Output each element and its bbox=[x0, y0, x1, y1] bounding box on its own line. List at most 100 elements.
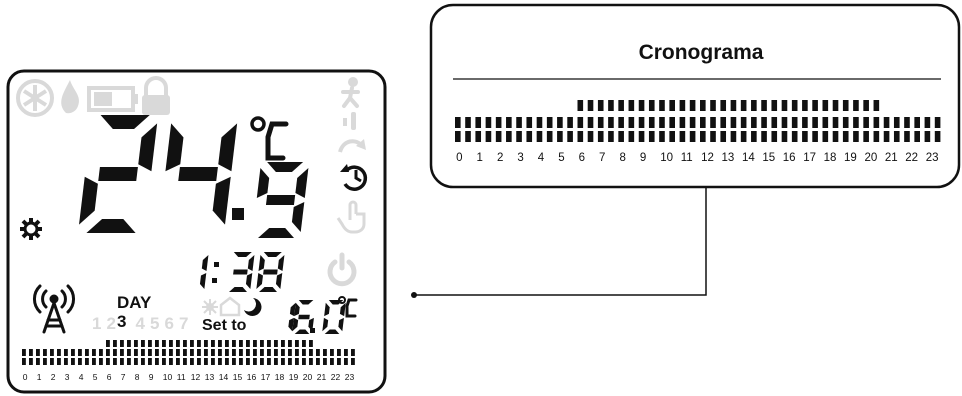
schedule-bar bbox=[197, 358, 201, 365]
schedule-bar bbox=[526, 131, 533, 142]
schedule-bar bbox=[281, 340, 285, 347]
hour-label: 8 bbox=[619, 152, 625, 164]
schedule-bar bbox=[99, 358, 103, 365]
schedule-bar bbox=[648, 131, 655, 142]
schedule-bar bbox=[628, 131, 635, 142]
schedule-bar bbox=[218, 349, 222, 356]
schedule-bar bbox=[99, 349, 103, 356]
schedule-bar bbox=[113, 340, 117, 347]
schedule-bar bbox=[302, 349, 306, 356]
schedule-bar bbox=[155, 358, 159, 365]
schedule-bar bbox=[730, 117, 737, 128]
schedule-bar bbox=[253, 349, 257, 356]
schedule-bar bbox=[281, 349, 285, 356]
schedule-bar bbox=[281, 358, 285, 365]
schedule-bar bbox=[740, 131, 747, 142]
schedule-bar bbox=[141, 358, 145, 365]
clock-colon-bottom bbox=[212, 278, 217, 283]
hour-label: 5 bbox=[558, 152, 564, 164]
schedule-bar bbox=[710, 117, 716, 128]
hour-label: 17 bbox=[261, 372, 271, 382]
clock-colon-top bbox=[214, 262, 219, 267]
schedule-bar bbox=[924, 131, 931, 142]
schedule-bar bbox=[134, 358, 138, 365]
schedule-bar bbox=[155, 349, 159, 356]
schedule-bar bbox=[323, 358, 327, 365]
hour-label: 7 bbox=[121, 372, 126, 382]
schedule-bar bbox=[190, 340, 194, 347]
schedule-bar bbox=[700, 117, 706, 128]
schedule-bar bbox=[597, 100, 604, 111]
schedule-bar bbox=[751, 117, 757, 128]
schedule-bar bbox=[700, 100, 706, 111]
schedule-bar bbox=[832, 131, 839, 142]
schedule-bar bbox=[802, 131, 808, 142]
schedule-bar bbox=[557, 117, 563, 128]
schedule-bar bbox=[323, 349, 327, 356]
schedule-bar bbox=[239, 349, 243, 356]
schedule-bar bbox=[183, 349, 187, 356]
hour-label: 16 bbox=[247, 372, 257, 382]
schedule-bar bbox=[43, 358, 47, 365]
schedule-bar bbox=[232, 358, 236, 365]
schedule-bar bbox=[57, 349, 61, 356]
schedule-bar bbox=[162, 340, 166, 347]
schedule-bar bbox=[155, 340, 159, 347]
schedule-bar bbox=[267, 358, 271, 365]
day-number: 6 bbox=[165, 314, 174, 333]
schedule-bar bbox=[863, 100, 869, 111]
schedule-bar bbox=[29, 358, 33, 365]
schedule-bar bbox=[710, 100, 716, 111]
schedule-bar bbox=[904, 117, 910, 128]
schedule-bar bbox=[577, 131, 584, 142]
schedule-bar bbox=[904, 131, 910, 142]
schedule-bar bbox=[50, 358, 54, 365]
hour-label: 1 bbox=[477, 152, 483, 164]
schedule-bar bbox=[113, 349, 117, 356]
schedule-bar bbox=[204, 349, 208, 356]
schedule-bar bbox=[853, 131, 859, 142]
hour-label: 2 bbox=[51, 372, 56, 382]
schedule-bar bbox=[330, 349, 334, 356]
schedule-bar bbox=[802, 100, 808, 111]
schedule-bar bbox=[43, 349, 47, 356]
schedule-bar bbox=[169, 340, 173, 347]
schedule-bar bbox=[141, 340, 145, 347]
schedule-bar bbox=[730, 100, 737, 111]
schedule-bar bbox=[597, 117, 604, 128]
schedule-bar bbox=[239, 340, 243, 347]
hour-label: 7 bbox=[599, 152, 605, 164]
thermostat-display bbox=[6, 69, 387, 394]
schedule-bar bbox=[316, 358, 320, 365]
schedule-bar bbox=[914, 117, 920, 128]
hour-label: 6 bbox=[107, 372, 112, 382]
schedule-bar bbox=[873, 117, 880, 128]
hour-label: 14 bbox=[219, 372, 229, 382]
day-number: 4 bbox=[136, 314, 146, 333]
hour-label: 9 bbox=[640, 152, 646, 164]
schedule-bar bbox=[309, 340, 313, 347]
schedule-bar bbox=[204, 358, 208, 365]
day-number: 1 bbox=[92, 314, 101, 333]
schedule-bar bbox=[557, 131, 563, 142]
hour-label: 4 bbox=[538, 152, 545, 164]
schedule-bar bbox=[22, 358, 26, 365]
schedule-bar bbox=[546, 131, 553, 142]
schedule-bar bbox=[351, 349, 355, 356]
hour-label: 11 bbox=[177, 372, 186, 382]
hour-label: 23 bbox=[345, 372, 355, 382]
schedule-bar bbox=[176, 340, 180, 347]
schedule-bar bbox=[669, 131, 675, 142]
schedule-bar bbox=[197, 349, 201, 356]
hour-label: 3 bbox=[517, 152, 523, 164]
schedule-bar bbox=[50, 349, 54, 356]
schedule-bar bbox=[587, 131, 594, 142]
day-number: 2 bbox=[107, 314, 116, 333]
hour-label: 15 bbox=[762, 152, 775, 164]
schedule-bar bbox=[253, 340, 257, 347]
day-number: 7 bbox=[179, 314, 188, 333]
schedule-bar bbox=[246, 349, 250, 356]
schedule-bar bbox=[771, 131, 778, 142]
schedule-bar bbox=[71, 358, 75, 365]
schedule-bar bbox=[309, 349, 313, 356]
